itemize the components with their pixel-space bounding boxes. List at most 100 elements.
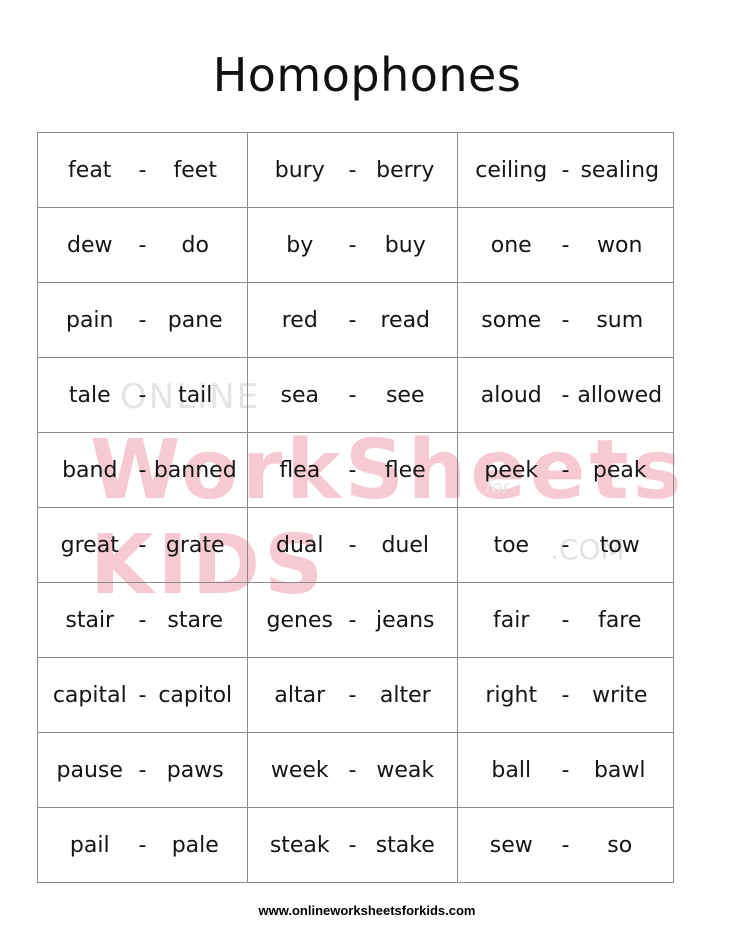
- homophone-pair: by - buy: [248, 208, 457, 282]
- homophone-pair-cell: great - grate: [37, 507, 248, 583]
- word-second: weak: [376, 757, 435, 783]
- homophone-pair-cell: pain - pane: [37, 282, 248, 358]
- word-first: dual: [275, 532, 324, 558]
- homophone-pair-cell: some - sum: [457, 282, 674, 358]
- dash-separator: -: [561, 682, 570, 708]
- homophone-pair: some - sum: [458, 283, 673, 357]
- homophone-pair: week - weak: [248, 733, 457, 807]
- homophone-pair-cell: tale - tail: [37, 357, 248, 433]
- word-first: band: [62, 457, 118, 483]
- word-second: feet: [173, 157, 217, 183]
- table-row: stair - stare genes - jeans fair - fare: [37, 582, 674, 658]
- homophone-pair: sew - so: [458, 808, 673, 882]
- homophone-pair-cell: aloud - allowed: [457, 357, 674, 433]
- homophone-pair: ceiling - sealing: [458, 133, 673, 207]
- dash-separator: -: [561, 757, 570, 783]
- table-row: pain - pane red - read some - sum: [37, 282, 674, 358]
- word-first: red: [281, 307, 318, 333]
- word-second: tow: [599, 532, 640, 558]
- word-second: stare: [167, 607, 224, 633]
- homophone-pair-cell: red - read: [247, 282, 458, 358]
- homophone-pair-cell: week - weak: [247, 732, 458, 808]
- homophone-pair-cell: stair - stare: [37, 582, 248, 658]
- word-second: bawl: [593, 757, 646, 783]
- word-second: flee: [384, 457, 426, 483]
- homophone-pair-cell: genes - jeans: [247, 582, 458, 658]
- table-row: feat - feet bury - berry ceiling - sealing: [37, 132, 674, 208]
- word-second: tail: [178, 382, 213, 408]
- homophone-pair: band - banned: [38, 433, 247, 507]
- homophone-pair: capital - capitol: [38, 658, 247, 732]
- word-first: fair: [493, 607, 530, 633]
- dash-separator: -: [348, 157, 357, 183]
- word-second: pale: [171, 832, 219, 858]
- word-first: genes: [266, 607, 333, 633]
- homophone-pair: red - read: [248, 283, 457, 357]
- homophone-pair: toe - tow: [458, 508, 673, 582]
- word-first: one: [490, 232, 532, 258]
- homophone-pair-cell: dual - duel: [247, 507, 458, 583]
- word-second: paws: [166, 757, 224, 783]
- dash-separator: -: [138, 382, 147, 408]
- word-second: fare: [598, 607, 642, 633]
- table-row: pause - paws week - weak ball - bawl: [37, 732, 674, 808]
- dash-separator: -: [561, 307, 570, 333]
- homophone-pair-cell: one - won: [457, 207, 674, 283]
- word-first: sea: [280, 382, 319, 408]
- word-first: aloud: [480, 382, 542, 408]
- homophone-pair: genes - jeans: [248, 583, 457, 657]
- homophone-pair: right - write: [458, 658, 673, 732]
- dash-separator: -: [138, 832, 147, 858]
- homophone-pair: aloud - allowed: [458, 358, 673, 432]
- word-second: jeans: [375, 607, 435, 633]
- homophone-pair-cell: bury - berry: [247, 132, 458, 208]
- word-second: grate: [165, 532, 225, 558]
- homophone-pair-cell: altar - alter: [247, 657, 458, 733]
- word-second: duel: [381, 532, 430, 558]
- dash-separator: -: [138, 457, 147, 483]
- dash-separator: -: [348, 232, 357, 258]
- word-first: pain: [65, 307, 114, 333]
- word-first: sew: [489, 832, 533, 858]
- word-first: pause: [56, 757, 123, 783]
- table-row: pail - pale steak - stake sew - so: [37, 807, 674, 883]
- word-second: buy: [384, 232, 426, 258]
- homophone-pair-cell: peek - peak: [457, 432, 674, 508]
- word-second: banned: [153, 457, 237, 483]
- homophone-pair: bury - berry: [248, 133, 457, 207]
- homophone-pair-cell: dew - do: [37, 207, 248, 283]
- dash-separator: -: [348, 457, 357, 483]
- dash-separator: -: [348, 532, 357, 558]
- dash-separator: -: [348, 832, 357, 858]
- dash-separator: -: [561, 232, 570, 258]
- dash-separator: -: [138, 232, 147, 258]
- word-second: stake: [375, 832, 435, 858]
- word-first: bury: [274, 157, 325, 183]
- word-first: capital: [52, 682, 127, 708]
- dash-separator: -: [138, 757, 147, 783]
- homophone-pair-cell: ceiling - sealing: [457, 132, 674, 208]
- word-second: do: [181, 232, 209, 258]
- table-row: tale - tail sea - see aloud - allowed: [37, 357, 674, 433]
- word-second: so: [607, 832, 633, 858]
- table-row: great - grate dual - duel toe - tow: [37, 507, 674, 583]
- word-first: ceiling: [475, 157, 548, 183]
- word-second: allowed: [577, 382, 663, 408]
- dash-separator: -: [138, 307, 147, 333]
- homophone-pair: great - grate: [38, 508, 247, 582]
- word-first: altar: [274, 682, 326, 708]
- word-first: toe: [493, 532, 530, 558]
- homophone-pair: steak - stake: [248, 808, 457, 882]
- table-row: dew - do by - buy one - won: [37, 207, 674, 283]
- homophone-pair: peek - peak: [458, 433, 673, 507]
- page-title: Homophones: [212, 48, 522, 102]
- word-second: write: [592, 682, 648, 708]
- word-second: berry: [376, 157, 435, 183]
- homophone-pair: feat - feet: [38, 133, 247, 207]
- word-first: tale: [68, 382, 111, 408]
- homophone-pair-cell: pause - paws: [37, 732, 248, 808]
- homophone-pair: altar - alter: [248, 658, 457, 732]
- word-first: great: [60, 532, 119, 558]
- dash-separator: -: [138, 532, 147, 558]
- homophone-pair: tale - tail: [38, 358, 247, 432]
